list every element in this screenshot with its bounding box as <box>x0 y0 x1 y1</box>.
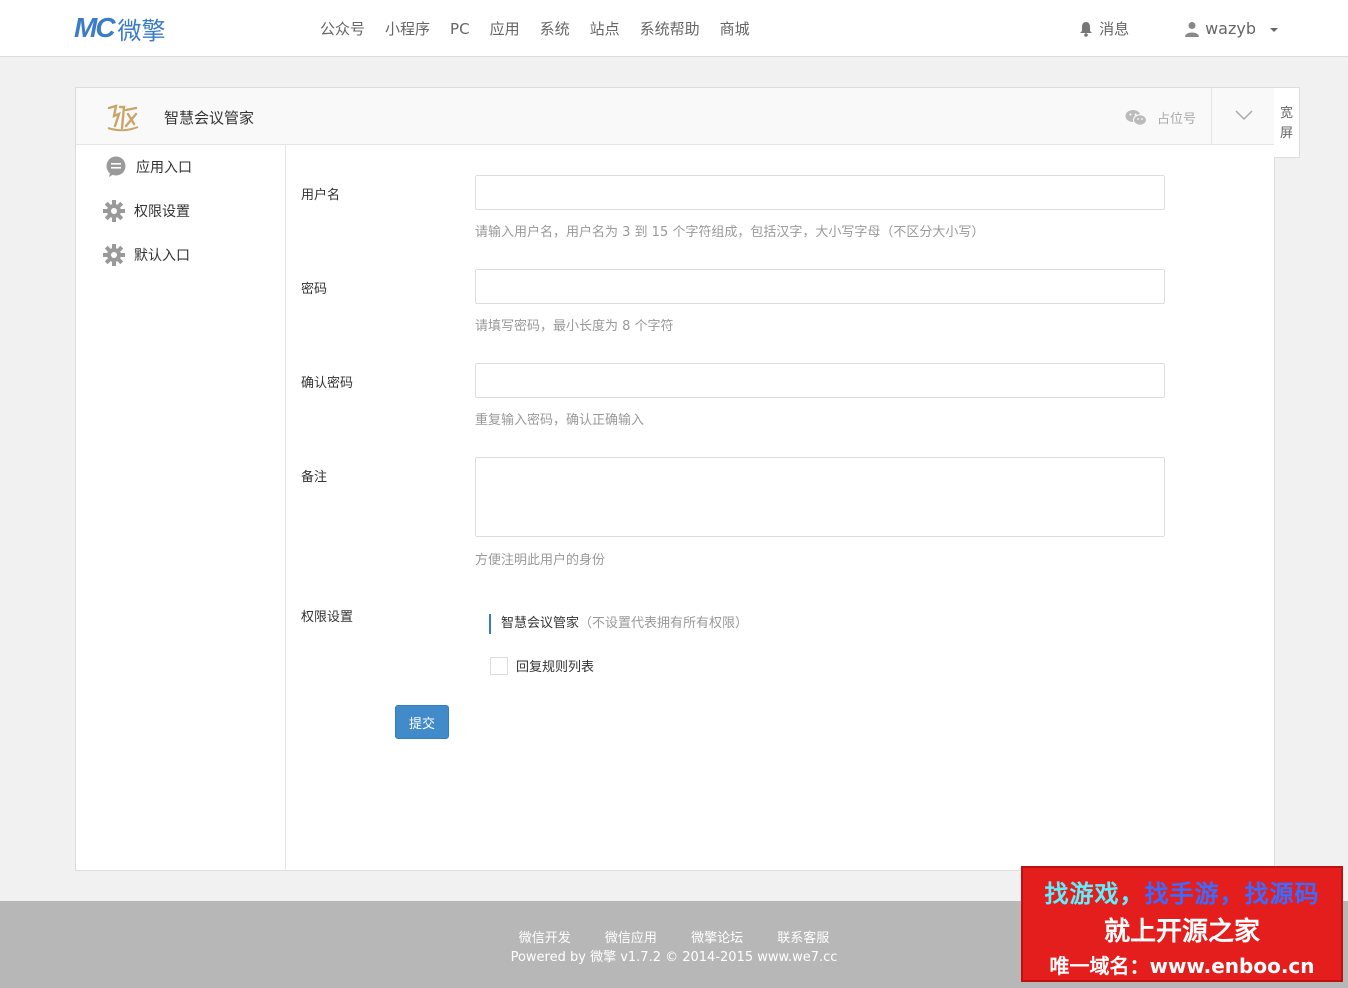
watermark-text-c: 找源码 <box>1244 880 1320 908</box>
wide-screen-label-1: 宽 <box>1279 106 1293 121</box>
account-switch[interactable]: 占位号 <box>1125 108 1196 127</box>
sidebar: 应用入口 权限设置 默认入口 <box>76 145 286 870</box>
confirm-password-help: 重复输入密码，确认正确输入 <box>475 413 645 428</box>
user-icon <box>1185 21 1200 37</box>
messages-label: 消息 <box>1099 20 1130 38</box>
nav-item-apps[interactable]: 应用 <box>480 18 530 39</box>
permission-group-title: 智慧会议管家（不设置代表拥有所有权限） <box>489 614 748 634</box>
confirm-password-label: 确认密码 <box>301 376 354 391</box>
permission-checkbox[interactable] <box>490 656 508 675</box>
sidebar-item-app-entry[interactable]: 应用入口 <box>104 155 192 179</box>
footer-link-wechat-apps[interactable]: 微信应用 <box>605 931 657 946</box>
logo-text: 微擎 <box>117 16 166 45</box>
watermark-line-3: 唯一域名：www.enboo.cn <box>1049 954 1315 978</box>
wide-screen-toggle[interactable]: 宽 屏 <box>1274 87 1300 158</box>
submit-button[interactable]: 提交 <box>395 705 449 739</box>
watermark-line-1: 找游戏，找手游，找源码 <box>1023 874 1341 909</box>
remark-textarea[interactable] <box>475 457 1165 537</box>
username-help: 请输入用户名，用户名为 3 到 15 个字符组成，包括汉字，大小写字母（不区分大… <box>475 225 985 240</box>
header-divider <box>1211 88 1212 145</box>
permission-group-note: （不设置代表拥有所有权限） <box>579 616 749 631</box>
main-panel: 智慧会议管家 占位号 应用入口 权限设置 默认入口 用户名 请输入用户名，用户名… <box>75 87 1275 871</box>
nav-item-pc[interactable]: PC <box>440 20 480 38</box>
footer-link-forum[interactable]: 微擎论坛 <box>691 931 743 946</box>
account-placeholder: 占位号 <box>1156 112 1196 127</box>
brand-logo[interactable]: MC 微擎 <box>74 12 166 45</box>
permission-option[interactable]: 回复规则列表 <box>490 656 594 675</box>
watermark-text-a: 找游戏， <box>1044 880 1145 908</box>
nav-item-system[interactable]: 系统 <box>530 18 580 39</box>
nav-item-help[interactable]: 系统帮助 <box>630 18 710 39</box>
bell-icon <box>1079 21 1093 37</box>
top-navbar: MC 微擎 公众号 小程序 PC 应用 系统 站点 系统帮助 商城 消息 waz… <box>0 0 1348 57</box>
header-right: 消息 wazyb <box>1079 0 1278 57</box>
password-input[interactable] <box>475 269 1165 304</box>
sidebar-item-label: 默认入口 <box>134 248 190 264</box>
sidebar-item-label: 权限设置 <box>134 204 190 220</box>
watermark-banner: 找游戏，找手游，找源码 就上开源之家 唯一域名：www.enboo.cn <box>1021 866 1343 982</box>
main-nav: 公众号 小程序 PC 应用 系统 站点 系统帮助 商城 <box>310 0 760 57</box>
footer-link-support[interactable]: 联系客服 <box>777 931 829 946</box>
nav-item-mini-program[interactable]: 小程序 <box>375 18 440 39</box>
sidebar-item-permissions[interactable]: 权限设置 <box>102 199 190 223</box>
logo-mark: MC <box>74 12 116 43</box>
username-input[interactable] <box>475 175 1165 210</box>
wide-screen-label-2: 屏 <box>1279 126 1293 141</box>
chevron-down-icon[interactable] <box>1234 108 1254 126</box>
nav-item-store[interactable]: 商城 <box>710 18 760 39</box>
password-help: 请填写密码，最小长度为 8 个字符 <box>475 319 674 334</box>
app-name: 智慧会议管家 <box>164 109 255 127</box>
chevron-down-icon <box>1270 27 1278 32</box>
footer-link-wechat-dev[interactable]: 微信开发 <box>519 931 571 946</box>
remark-help: 方便注明此用户的身份 <box>475 553 606 568</box>
confirm-password-input[interactable] <box>475 363 1165 398</box>
nav-item-official-account[interactable]: 公众号 <box>310 18 375 39</box>
watermark-line-2: 就上开源之家 <box>1103 917 1260 947</box>
remark-label: 备注 <box>301 470 328 485</box>
sidebar-item-default-entry[interactable]: 默认入口 <box>102 243 190 267</box>
username: wazyb <box>1205 19 1256 38</box>
wechat-icon <box>1125 109 1147 126</box>
watermark-text-b: 找手游， <box>1144 880 1245 908</box>
app-logo <box>106 102 140 132</box>
sidebar-item-label: 应用入口 <box>136 160 192 176</box>
permission-group-name: 智慧会议管家 <box>501 616 580 631</box>
chat-bubble-icon <box>104 155 128 179</box>
permission-option-label: 回复规则列表 <box>516 660 595 675</box>
user-menu[interactable]: wazyb <box>1185 19 1278 38</box>
gear-icon <box>102 199 126 223</box>
username-label: 用户名 <box>301 188 341 203</box>
permissions-label: 权限设置 <box>301 610 354 625</box>
password-label: 密码 <box>301 282 328 297</box>
nav-item-site[interactable]: 站点 <box>580 18 630 39</box>
gear-icon <box>102 243 126 267</box>
messages-link[interactable]: 消息 <box>1079 18 1129 39</box>
panel-header: 智慧会议管家 占位号 <box>76 88 1274 145</box>
